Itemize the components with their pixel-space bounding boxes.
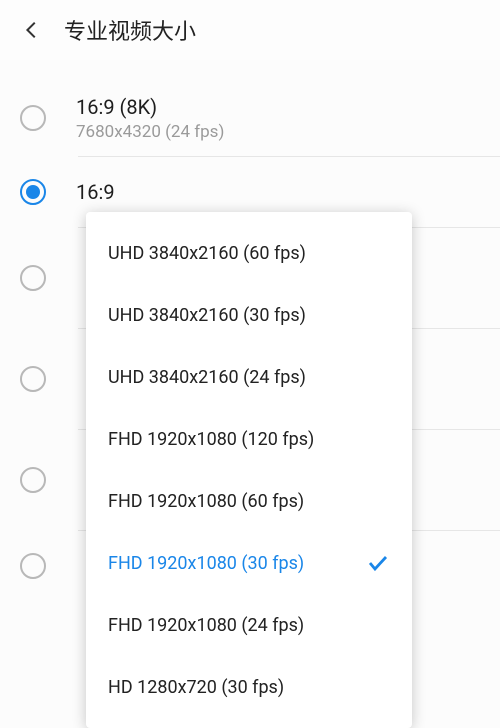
dropdown-item-1[interactable]: UHD 3840x2160 (30 fps) bbox=[86, 284, 412, 346]
option-title-1: 16:9 bbox=[76, 179, 500, 205]
radio-5[interactable] bbox=[20, 553, 46, 579]
option-text-1: 16:9 bbox=[76, 179, 500, 205]
dropdown-item-2[interactable]: UHD 3840x2160 (24 fps) bbox=[86, 346, 412, 408]
back-button[interactable] bbox=[14, 12, 50, 48]
dropdown-item-label: FHD 1920x1080 (120 fps) bbox=[108, 429, 314, 450]
resolution-dropdown: UHD 3840x2160 (60 fps) UHD 3840x2160 (30… bbox=[86, 212, 412, 728]
radio-1[interactable] bbox=[20, 179, 46, 205]
dropdown-item-label: UHD 3840x2160 (30 fps) bbox=[108, 305, 306, 326]
option-subtitle-0: 7680x4320 (24 fps) bbox=[76, 122, 500, 142]
dropdown-item-label: UHD 3840x2160 (24 fps) bbox=[108, 367, 306, 388]
dropdown-item-6[interactable]: FHD 1920x1080 (24 fps) bbox=[86, 594, 412, 656]
dropdown-item-label: FHD 1920x1080 (60 fps) bbox=[108, 491, 304, 512]
option-row-0[interactable]: 16:9 (8K) 7680x4320 (24 fps) bbox=[0, 80, 500, 156]
check-icon bbox=[366, 551, 390, 575]
dropdown-item-label: HD 1280x720 (30 fps) bbox=[108, 677, 284, 698]
dropdown-item-label: FHD 1920x1080 (30 fps) bbox=[108, 553, 304, 574]
option-title-0: 16:9 (8K) bbox=[76, 94, 500, 120]
dropdown-item-0[interactable]: UHD 3840x2160 (60 fps) bbox=[86, 222, 412, 284]
dropdown-item-4[interactable]: FHD 1920x1080 (60 fps) bbox=[86, 470, 412, 532]
dropdown-item-7[interactable]: HD 1280x720 (30 fps) bbox=[86, 656, 412, 718]
radio-2[interactable] bbox=[20, 265, 46, 291]
option-text-0: 16:9 (8K) 7680x4320 (24 fps) bbox=[76, 94, 500, 142]
radio-0[interactable] bbox=[20, 105, 46, 131]
dropdown-item-label: UHD 3840x2160 (60 fps) bbox=[108, 243, 306, 264]
radio-4[interactable] bbox=[20, 467, 46, 493]
header: 专业视频大小 bbox=[0, 0, 500, 60]
dropdown-item-label: FHD 1920x1080 (24 fps) bbox=[108, 615, 304, 636]
page-title: 专业视频大小 bbox=[64, 14, 196, 46]
chevron-left-icon bbox=[21, 19, 43, 41]
dropdown-item-5[interactable]: FHD 1920x1080 (30 fps) bbox=[86, 532, 412, 594]
dropdown-item-3[interactable]: FHD 1920x1080 (120 fps) bbox=[86, 408, 412, 470]
radio-3[interactable] bbox=[20, 366, 46, 392]
